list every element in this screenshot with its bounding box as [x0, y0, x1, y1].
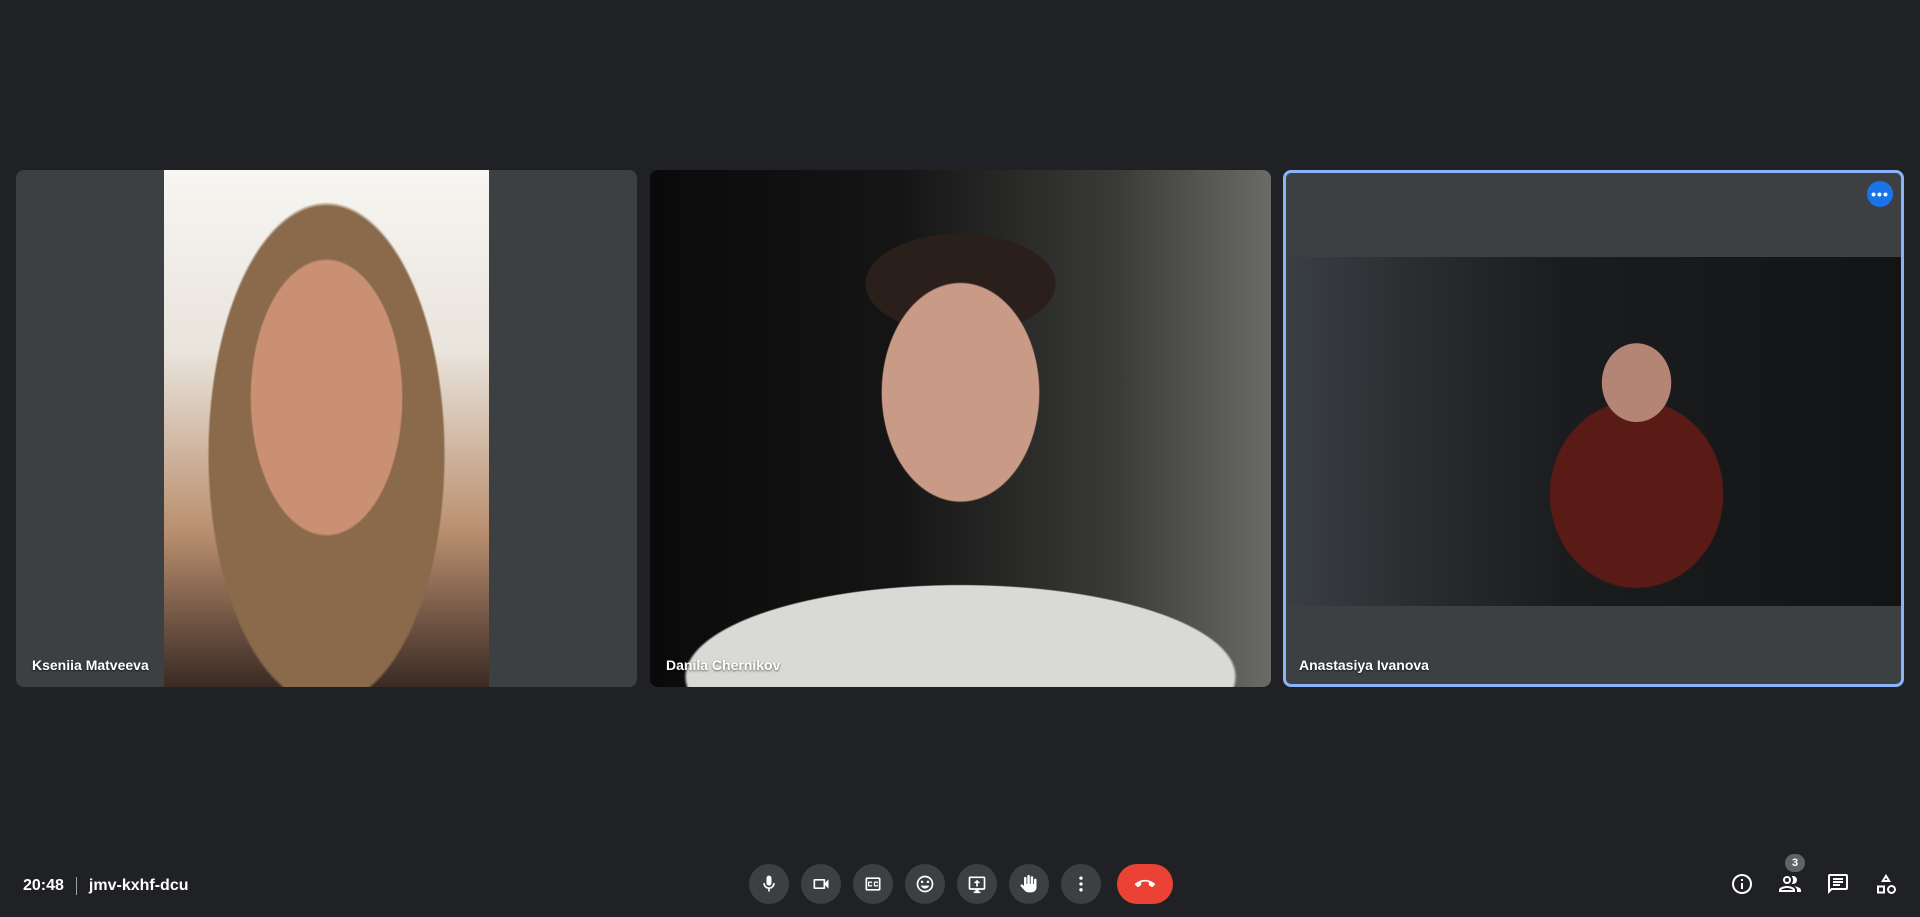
participant-tile-2[interactable]: Danila Chernikov: [650, 170, 1271, 687]
raise-hand-icon: [1020, 874, 1037, 893]
mic-icon: [763, 875, 775, 892]
more-options-button[interactable]: [1061, 864, 1101, 904]
divider: [75, 877, 77, 895]
more-options-icon: [1079, 876, 1083, 892]
camera-button[interactable]: [801, 864, 841, 904]
meeting-time: 20:48: [23, 877, 64, 894]
present-icon: [968, 876, 986, 894]
participant-name: Danila Chernikov: [666, 657, 781, 673]
tile-more-options-button[interactable]: •••: [1867, 181, 1893, 207]
participant-video-1: [164, 170, 489, 687]
end-call-icon: [1135, 879, 1155, 888]
activities-button[interactable]: [1866, 864, 1906, 904]
participant-tile-3-active-speaker[interactable]: ••• Anastasiya Ivanova: [1283, 170, 1904, 687]
people-count-badge: 3: [1785, 854, 1805, 872]
meeting-details-button[interactable]: [1722, 864, 1762, 904]
camera-icon: [813, 879, 829, 889]
present-screen-button[interactable]: [957, 864, 997, 904]
participant-video-3: [1286, 257, 1901, 606]
activities-icon: [1877, 874, 1896, 894]
side-panel-controls: 3: [1722, 854, 1906, 904]
call-controls: [749, 864, 1173, 904]
captions-button[interactable]: [853, 864, 893, 904]
people-icon: [1779, 876, 1801, 892]
participant-name: Kseniia Matveeva: [32, 657, 149, 673]
captions-icon: [865, 877, 881, 891]
leave-call-button[interactable]: [1117, 864, 1173, 904]
meeting-info: 20:48 jmv-kxhf-dcu: [23, 874, 189, 898]
reactions-button[interactable]: [905, 864, 945, 904]
microphone-button[interactable]: [749, 864, 789, 904]
chat-icon: [1828, 874, 1848, 894]
participant-name: Anastasiya Ivanova: [1299, 657, 1429, 673]
emoji-icon: [916, 875, 934, 893]
participant-tile-1[interactable]: Kseniia Matveeva: [16, 170, 637, 687]
chat-button[interactable]: [1818, 864, 1858, 904]
raise-hand-button[interactable]: [1009, 864, 1049, 904]
people-button[interactable]: 3: [1770, 854, 1810, 904]
info-icon: [1732, 874, 1752, 894]
participant-video-2: [650, 170, 1271, 687]
meeting-code: jmv-kxhf-dcu: [88, 877, 189, 894]
